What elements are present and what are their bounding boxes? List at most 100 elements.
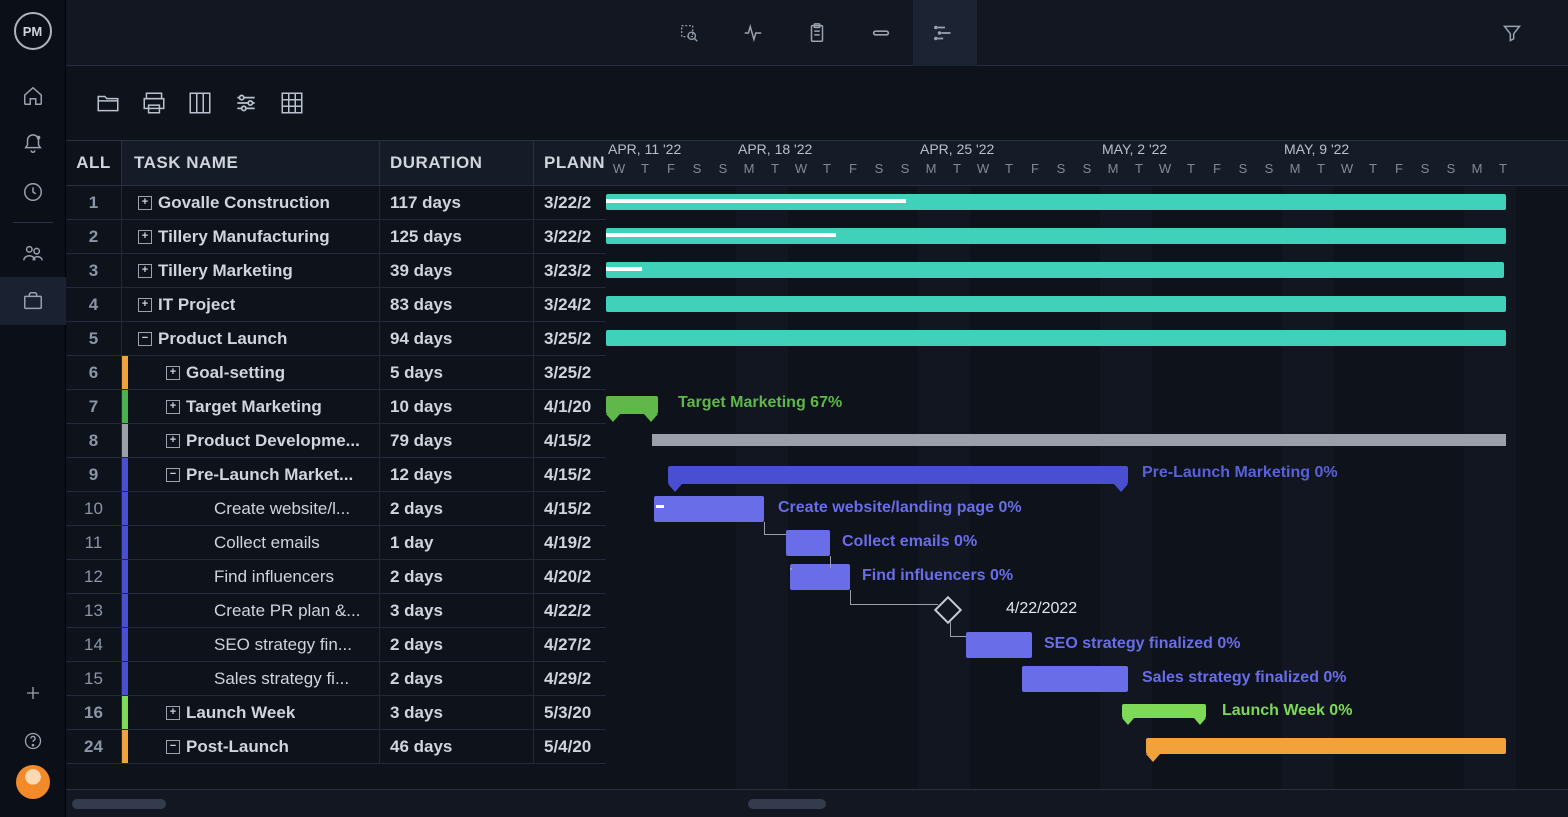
app-logo[interactable]: PM [14, 12, 52, 50]
view-clipboard-icon[interactable] [785, 0, 849, 66]
task-planned-date: 3/22/2 [534, 220, 606, 253]
tool-columns-icon[interactable] [186, 89, 214, 117]
col-header-all[interactable]: ALL [66, 141, 122, 185]
gantt-task-sales[interactable] [1022, 666, 1128, 692]
task-name-cell[interactable]: +IT Project [128, 288, 380, 321]
task-row[interactable]: 14SEO strategy fin...2 days4/27/2 [66, 628, 606, 662]
expand-toggle-icon[interactable]: − [166, 740, 180, 754]
tool-grid-icon[interactable] [278, 89, 306, 117]
gantt-milestone[interactable] [934, 596, 962, 624]
task-row[interactable]: 8+Product Developme...79 days4/15/2 [66, 424, 606, 458]
view-zoom-icon[interactable] [657, 0, 721, 66]
task-name-cell[interactable]: +Launch Week [128, 696, 380, 729]
nav-portfolio-icon[interactable] [0, 277, 66, 325]
view-gantt-icon[interactable] [913, 0, 977, 66]
task-name-cell[interactable]: Find influencers [128, 560, 380, 593]
timeline-day: M [1282, 161, 1308, 187]
task-name: Create PR plan &... [214, 601, 360, 621]
task-name-cell[interactable]: SEO strategy fin... [128, 628, 380, 661]
gantt-bar-tillery-mfg[interactable] [606, 228, 1506, 244]
nav-team-icon[interactable] [0, 229, 66, 277]
gantt-bar-post-launch[interactable] [1146, 738, 1506, 754]
gantt-task-collect-emails[interactable] [786, 530, 830, 556]
expand-toggle-icon[interactable]: + [138, 298, 152, 312]
task-name-cell[interactable]: Create website/l... [128, 492, 380, 525]
col-header-planned[interactable]: PLANN [534, 141, 606, 185]
expand-toggle-icon[interactable]: + [138, 264, 152, 278]
task-row[interactable]: 11Collect emails1 day4/19/2 [66, 526, 606, 560]
gantt-chart[interactable]: Target Marketing 67% Pre-Launch Marketin… [606, 186, 1568, 789]
task-row[interactable]: 5−Product Launch94 days3/25/2 [66, 322, 606, 356]
view-link-icon[interactable] [849, 0, 913, 66]
task-row[interactable]: 24−Post-Launch46 days5/4/20 [66, 730, 606, 764]
gantt-bar-launch-week[interactable] [1122, 704, 1206, 718]
task-name-cell[interactable]: −Post-Launch [128, 730, 380, 763]
task-name-cell[interactable]: +Target Marketing [128, 390, 380, 423]
row-number: 8 [66, 424, 122, 457]
row-number: 2 [66, 220, 122, 253]
user-avatar[interactable] [16, 765, 50, 799]
task-row[interactable]: 7+Target Marketing10 days4/1/20 [66, 390, 606, 424]
task-row[interactable]: 1+Govalle Construction117 days3/22/2 [66, 186, 606, 220]
expand-toggle-icon[interactable]: + [138, 230, 152, 244]
task-row[interactable]: 3+Tillery Marketing39 days3/23/2 [66, 254, 606, 288]
nav-recent-icon[interactable] [0, 168, 66, 216]
task-name-cell[interactable]: −Pre-Launch Market... [128, 458, 380, 491]
task-row[interactable]: 9−Pre-Launch Market...12 days4/15/2 [66, 458, 606, 492]
task-name-cell[interactable]: +Govalle Construction [128, 186, 380, 219]
task-row[interactable]: 13Create PR plan &...3 days4/22/2 [66, 594, 606, 628]
task-row[interactable]: 2+Tillery Manufacturing125 days3/22/2 [66, 220, 606, 254]
gantt-hscroll[interactable] [748, 799, 826, 809]
expand-toggle-icon[interactable]: + [138, 196, 152, 210]
task-row[interactable]: 10Create website/l...2 days4/15/2 [66, 492, 606, 526]
row-number: 15 [66, 662, 122, 695]
task-name-cell[interactable]: Collect emails [128, 526, 380, 559]
nav-notifications-icon[interactable] [0, 120, 66, 168]
timeline-header: APR, 11 '22APR, 18 '22APR, 25 '22MAY, 2 … [606, 140, 1568, 186]
expand-toggle-icon[interactable]: − [138, 332, 152, 346]
nav-add-icon[interactable] [0, 669, 66, 717]
task-name-cell[interactable]: +Product Developme... [128, 424, 380, 457]
gantt-bar-target-marketing[interactable] [606, 396, 658, 414]
col-header-taskname[interactable]: TASK NAME [122, 141, 380, 185]
gantt-bar-product-launch[interactable] [606, 330, 1506, 346]
expand-toggle-icon[interactable]: + [166, 706, 180, 720]
task-name-cell[interactable]: Create PR plan &... [128, 594, 380, 627]
filter-icon[interactable] [1480, 0, 1544, 66]
task-duration: 46 days [380, 730, 534, 763]
task-name-cell[interactable]: +Tillery Manufacturing [128, 220, 380, 253]
gantt-bar-tillery-mkt[interactable] [606, 262, 1504, 278]
nav-divider [13, 222, 53, 223]
gantt-bar-govalle[interactable] [606, 194, 1506, 210]
gantt-task-find-influencers[interactable] [790, 564, 850, 590]
gantt-bar-product-dev[interactable] [652, 434, 1506, 446]
tool-print-icon[interactable] [140, 89, 168, 117]
task-name-cell[interactable]: −Product Launch [128, 322, 380, 355]
grid-hscroll[interactable] [72, 799, 166, 809]
task-row[interactable]: 12Find influencers2 days4/20/2 [66, 560, 606, 594]
task-name-cell[interactable]: +Goal-setting [128, 356, 380, 389]
task-duration: 117 days [380, 186, 534, 219]
nav-help-icon[interactable] [0, 717, 66, 765]
task-row[interactable]: 15Sales strategy fi...2 days4/29/2 [66, 662, 606, 696]
expand-toggle-icon[interactable]: + [166, 434, 180, 448]
expand-toggle-icon[interactable]: + [166, 400, 180, 414]
gantt-label-milestone: 4/22/2022 [1006, 600, 1077, 618]
expand-toggle-icon[interactable]: − [166, 468, 180, 482]
task-row[interactable]: 6+Goal-setting5 days3/25/2 [66, 356, 606, 390]
task-name-cell[interactable]: Sales strategy fi... [128, 662, 380, 695]
tool-settings-icon[interactable] [232, 89, 260, 117]
expand-toggle-icon[interactable]: + [166, 366, 180, 380]
nav-home-icon[interactable] [0, 72, 66, 120]
col-header-duration[interactable]: DURATION [380, 141, 534, 185]
gantt-bar-prelaunch[interactable] [668, 466, 1128, 484]
gantt-task-seo[interactable] [966, 632, 1032, 658]
task-name-cell[interactable]: +Tillery Marketing [128, 254, 380, 287]
task-planned-date: 3/25/2 [534, 322, 606, 355]
gantt-bar-it[interactable] [606, 296, 1506, 312]
task-row[interactable]: 4+IT Project83 days3/24/2 [66, 288, 606, 322]
view-activity-icon[interactable] [721, 0, 785, 66]
tool-folder-icon[interactable] [94, 89, 122, 117]
task-row[interactable]: 16+Launch Week3 days5/3/20 [66, 696, 606, 730]
gantt-task-create-website[interactable] [654, 496, 764, 522]
